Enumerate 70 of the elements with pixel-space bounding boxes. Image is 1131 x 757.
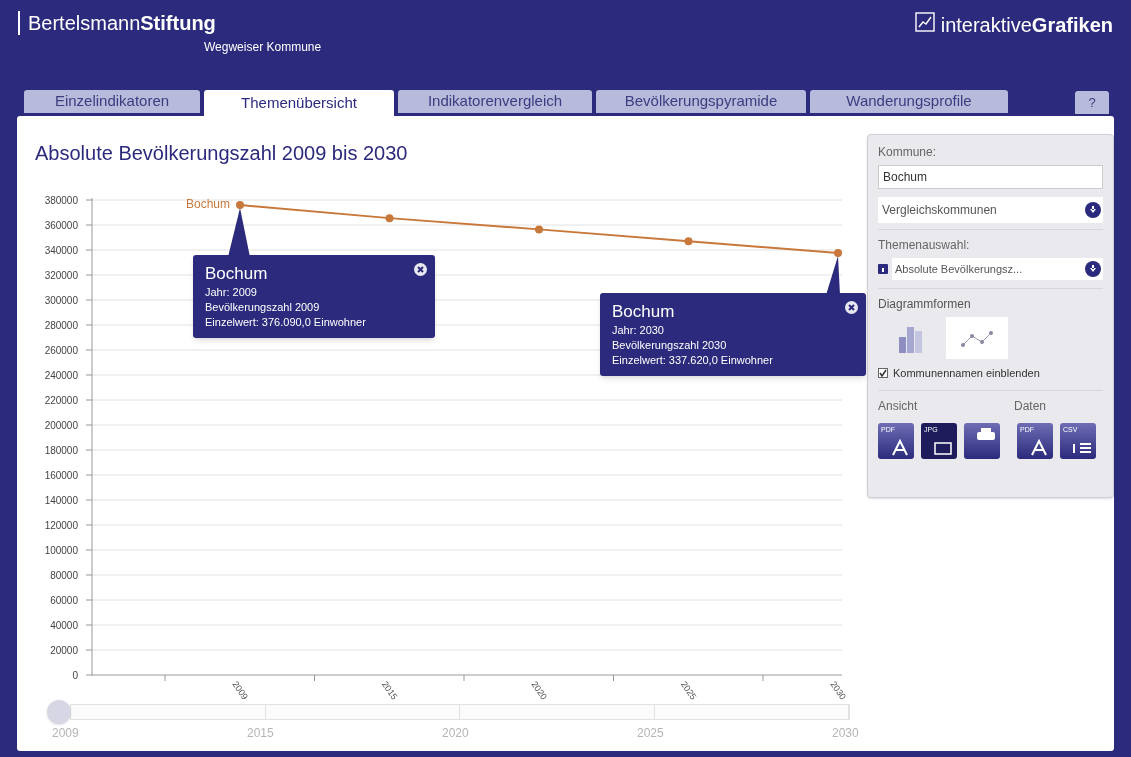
y-tick-label: 140000: [44, 494, 78, 506]
y-tick-label: 80000: [50, 569, 78, 581]
info-icon[interactable]: [878, 264, 888, 274]
checkbox-label: Kommunennamen einblenden: [893, 366, 1040, 381]
y-tick-label: 320000: [44, 269, 78, 281]
logo-text: BertelsmannStiftung: [28, 11, 216, 36]
y-tick-label: 100000: [44, 544, 78, 556]
tooltip-text: Einzelwert: 376.090,0 Einwohner: [205, 315, 367, 330]
tooltip-text: Jahr: 2009: [205, 285, 258, 300]
y-tick-label: 220000: [44, 394, 78, 406]
brand-text: interaktiveGrafiken: [940, 13, 1113, 38]
y-tick-label: 360000: [44, 219, 78, 231]
dropdown-text: Absolute Bevölkerungsz...: [895, 261, 1023, 277]
data-point[interactable]: [385, 214, 394, 223]
y-tick-label: 20000: [50, 644, 78, 656]
y-tick-label: 160000: [44, 469, 78, 481]
checkbox[interactable]: [878, 368, 888, 379]
y-tick-label: 280000: [44, 319, 78, 331]
y-tick-label: 180000: [44, 444, 78, 456]
field-label: Themenauswahl:: [878, 237, 971, 254]
data-point[interactable]: [535, 225, 543, 234]
y-tick-label: 380000: [44, 194, 78, 206]
tab[interactable]: Einzelindikatoren: [24, 90, 200, 113]
slider-label: 2009: [52, 725, 79, 742]
print-button[interactable]: [964, 422, 1000, 459]
y-tick-label: 60000: [50, 594, 78, 606]
acrobat-icon: [1028, 437, 1050, 456]
tooltip-title: Bochum: [205, 263, 269, 285]
series-label: Bochum: [185, 197, 230, 211]
tooltip-text: Bevölkerungszahl 2030: [612, 338, 728, 353]
tooltip-text: Bevölkerungszahl 2009: [205, 300, 321, 315]
close-icon[interactable]: [845, 301, 858, 314]
data-point[interactable]: [236, 201, 244, 209]
help-button[interactable]: ?: [1075, 91, 1109, 114]
chart-title: Absolute Bevölkerungszahl 2009 bis 2030: [35, 141, 409, 166]
y-tick-label: 40000: [50, 619, 78, 631]
topic-dropdown[interactable]: Absolute Bevölkerungsz...: [892, 258, 1103, 280]
compare-dropdown[interactable]: Vergleichskommunen: [878, 197, 1103, 223]
tab[interactable]: Bevölkerungspyramide: [596, 90, 806, 113]
line-chart-button[interactable]: [946, 317, 1008, 359]
data-point[interactable]: [684, 237, 693, 246]
slider-label: 2030: [832, 725, 859, 742]
slider-label: 2020: [442, 725, 469, 742]
y-tick-label: 200000: [44, 419, 78, 431]
acrobat-icon: [889, 437, 911, 456]
dropdown-text: Vergleichskommunen: [882, 202, 997, 219]
y-tick-label: 240000: [44, 369, 78, 381]
tooltip-text: Einzelwert: 337.620,0 Einwohner: [612, 353, 774, 368]
y-tick-label: 0: [72, 669, 78, 681]
close-icon[interactable]: [414, 263, 427, 276]
subtitle: Wegweiser Kommune: [204, 39, 322, 56]
tab[interactable]: Wanderungsprofile: [810, 90, 1008, 113]
section-label: Daten: [1014, 397, 1047, 415]
tooltip-text: Jahr: 2030: [612, 323, 665, 338]
kommune-field[interactable]: Bochum: [878, 165, 1103, 189]
y-tick-label: 260000: [44, 344, 78, 356]
section-label: Ansicht: [878, 397, 919, 415]
y-tick-label: 300000: [44, 294, 78, 306]
chart-icon: [914, 12, 935, 32]
section-label: Diagrammformen: [878, 296, 972, 313]
slider-thumb[interactable]: [47, 700, 71, 724]
y-tick-label: 120000: [44, 519, 78, 531]
field-label: Kommune:: [878, 144, 938, 161]
slider-label: 2025: [637, 725, 664, 742]
tab[interactable]: Themenübersicht: [204, 90, 394, 116]
tooltip-title: Bochum: [612, 301, 676, 323]
tab[interactable]: Indikatorenvergleich: [398, 90, 592, 113]
y-tick-label: 340000: [44, 244, 78, 256]
slider-label: 2015: [247, 725, 274, 742]
data-point[interactable]: [834, 249, 842, 257]
